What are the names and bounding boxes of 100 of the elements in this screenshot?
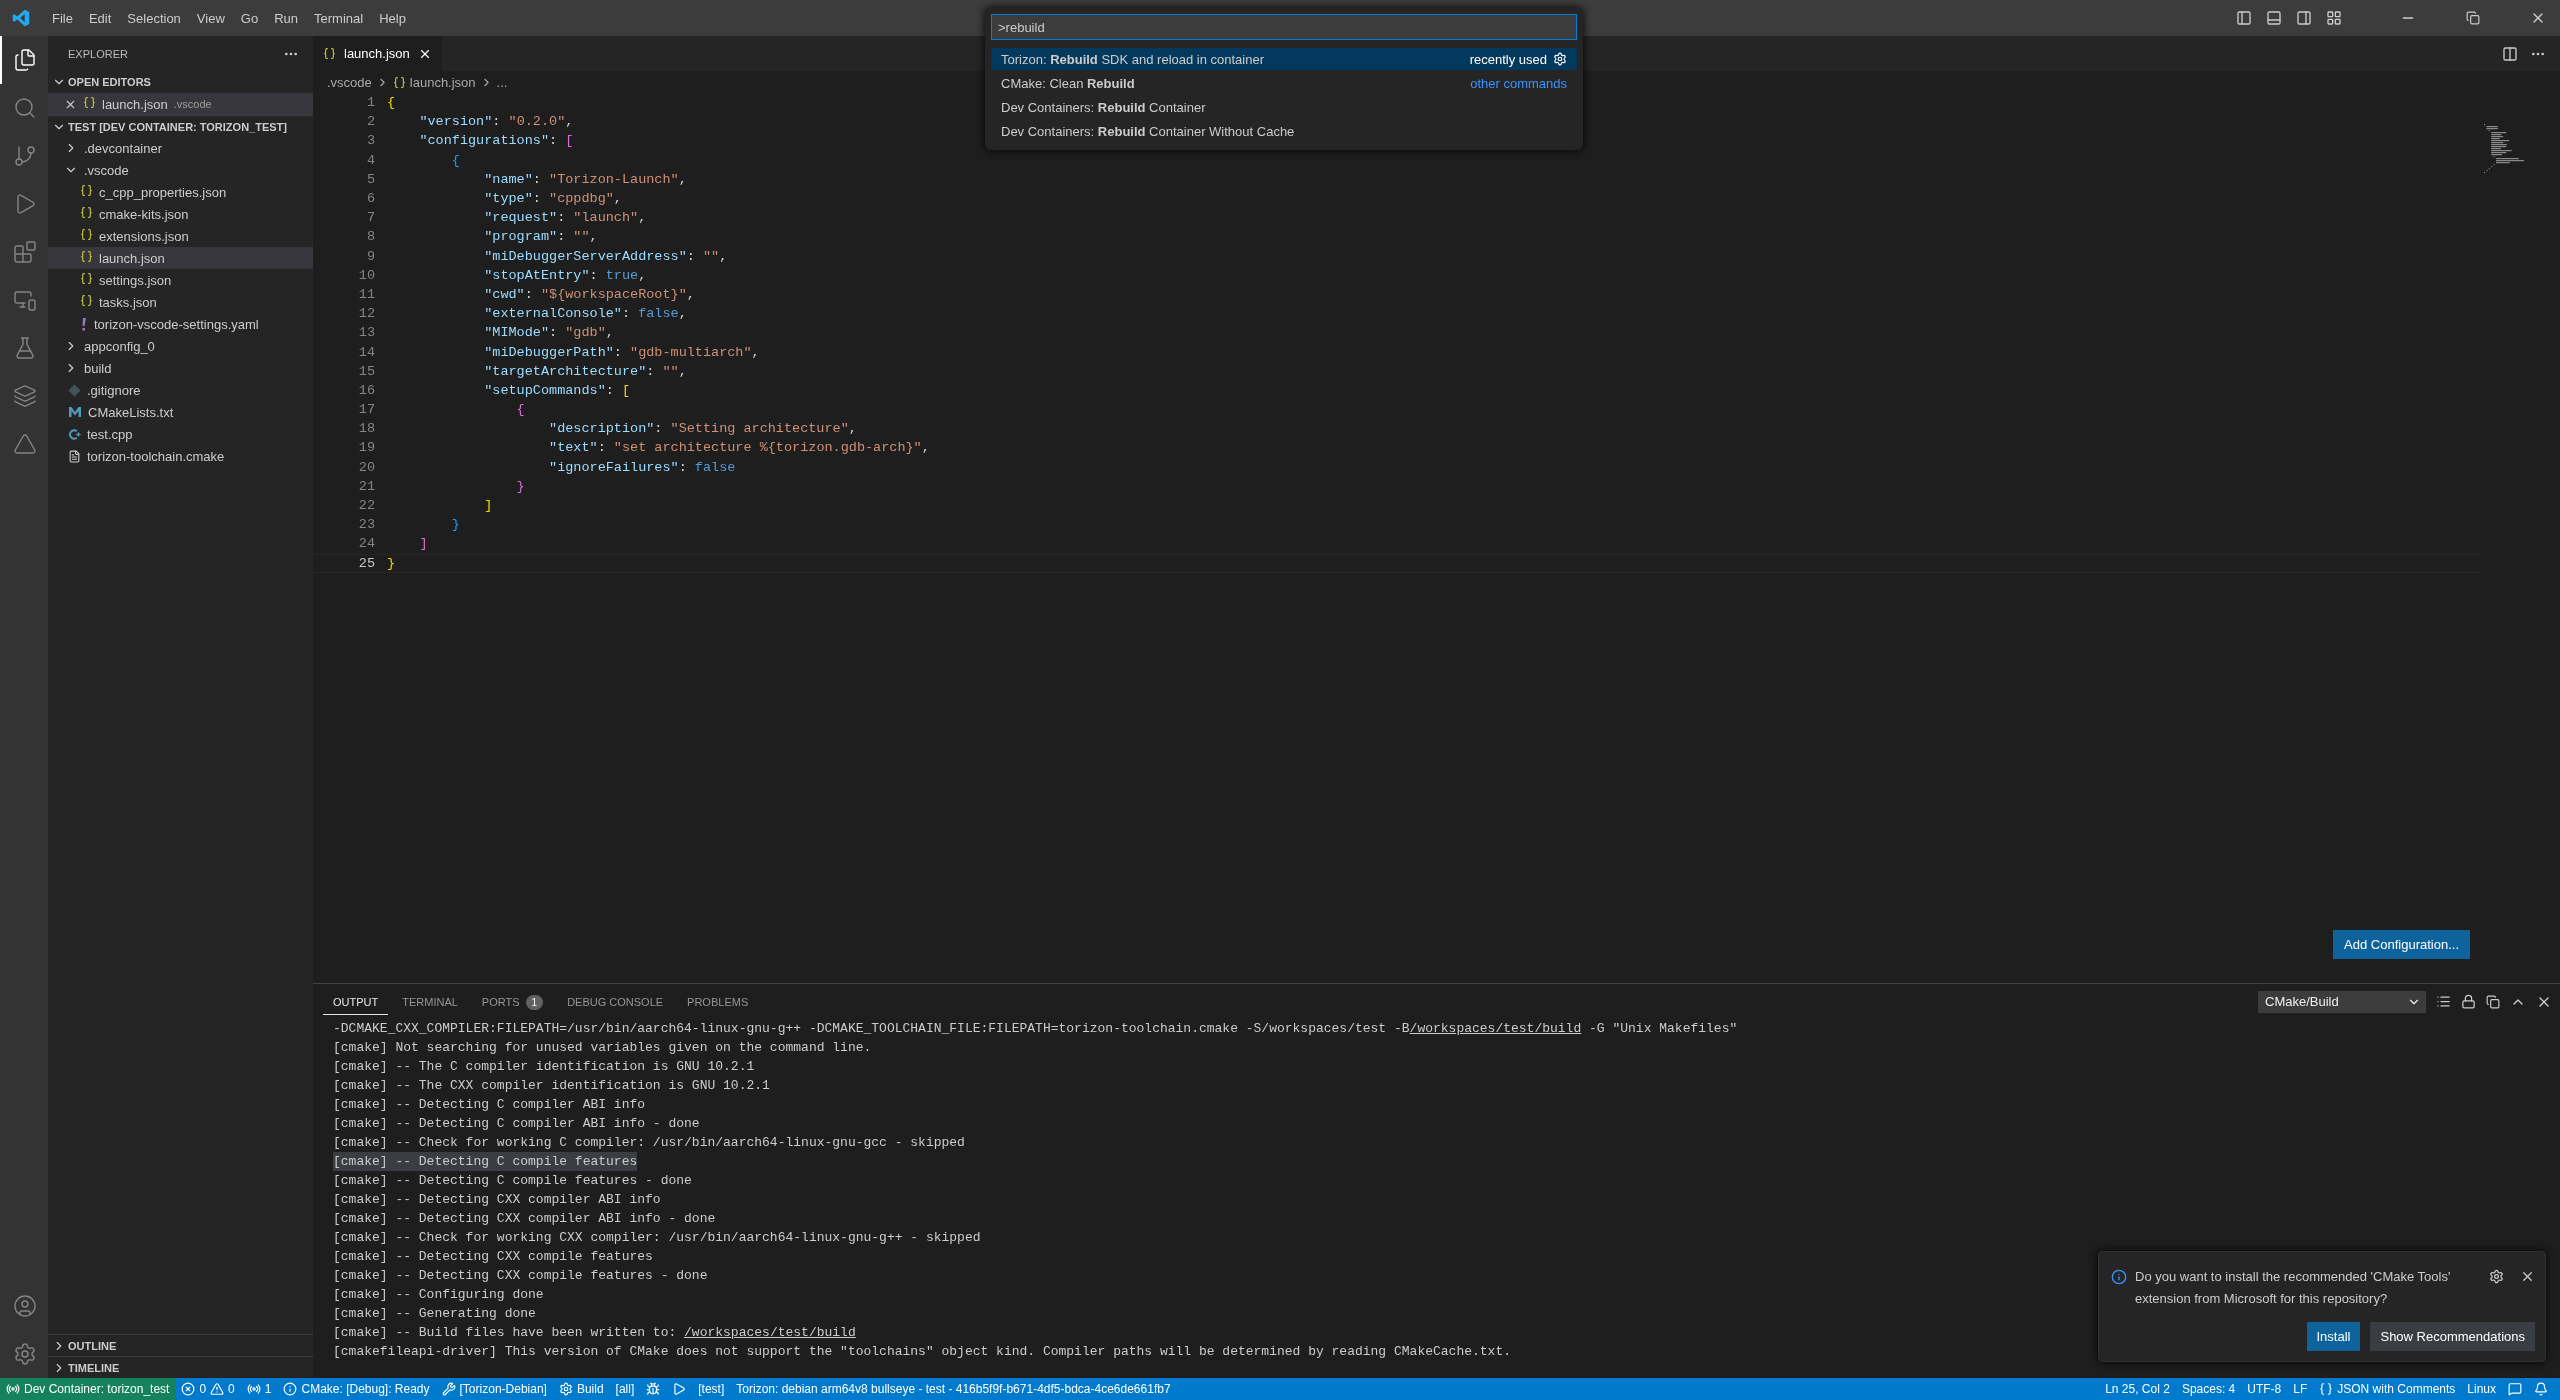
line-number: 9 (365, 248, 375, 264)
tree-item[interactable]: .vscode (48, 159, 313, 181)
breadcrumb[interactable]: .vscode (327, 74, 372, 90)
status-item[interactable]: Torizon: debian arm64v8 bullseye - test - 416b5f9f-b671-4df5-bdca-4ce6de661fb7 (730, 1378, 1177, 1400)
gear-icon (558, 1382, 573, 1396)
toggle-secondary-sidebar-icon[interactable] (2296, 10, 2312, 26)
breadcrumb[interactable]: launch.json (392, 74, 476, 90)
recommendations-button[interactable]: Show Recommendations (2370, 1322, 2535, 1351)
output-line: [cmake] -- Detecting C compiler ABI info (333, 1096, 646, 1114)
toggle-panel-icon[interactable] (2266, 10, 2282, 26)
output-line: [cmake] -- Check for working CXX compiler: /usr/bin/aarch64-linux-gnu-g++ - skipped (333, 1229, 981, 1247)
tree-item[interactable]: tasks.json (48, 291, 313, 313)
command-input[interactable]: >rebuild (991, 14, 1577, 40)
tree-item[interactable]: appconfig_0 (48, 335, 313, 357)
command-item[interactable]: Torizon: Rebuild SDK and reload in container recently used (991, 48, 1577, 70)
status-item[interactable]: Linux (2461, 1378, 2502, 1400)
lock-icon[interactable] (2461, 994, 2476, 1009)
code-line: ] (483, 498, 493, 514)
git-icon (68, 383, 81, 397)
section-header[interactable]: OUTLINE (48, 1334, 313, 1356)
status-item[interactable]: [all] (609, 1378, 641, 1400)
tree-item[interactable]: build (48, 357, 313, 379)
breadcrumb[interactable]: ... (496, 74, 508, 90)
warning-count: 0 (228, 1382, 235, 1396)
code-line: "miDebuggerPath": "gdb-multiarch", (483, 344, 760, 360)
problems-status[interactable]: 0 0 (175, 1378, 241, 1400)
output-line: [cmake] -- Detecting C compiler ABI info - done (333, 1115, 700, 1133)
status-item[interactable]: Ln 25, Col 2 (2099, 1378, 2176, 1400)
file-name: torizon-toolchain.cmake (87, 448, 225, 464)
file-name: torizon-vscode-settings.yaml (94, 316, 259, 332)
menu-item[interactable]: Edit (80, 10, 120, 26)
menu-item[interactable]: File (44, 10, 81, 26)
gear-icon[interactable] (2489, 1269, 2504, 1284)
toggle-sidebar-icon[interactable] (2236, 10, 2252, 26)
panel-tab[interactable]: PORTS 1 (471, 986, 554, 1017)
remote-explorer-icon (13, 288, 37, 312)
tree-item[interactable]: launch.json (48, 247, 313, 269)
tree-item[interactable]: torizon-toolchain.cmake (48, 445, 313, 467)
layout-icon[interactable] (2326, 10, 2342, 26)
tree-item[interactable]: test.cpp (48, 423, 313, 445)
file-name: test.cpp (87, 426, 133, 442)
output-channel-select[interactable]: CMake/Build (2258, 990, 2426, 1013)
ports-status[interactable]: 1 (240, 1378, 278, 1400)
status-item[interactable]: UTF-8 (2241, 1378, 2288, 1400)
braces-icon (323, 47, 336, 60)
path-link[interactable]: /workspaces/test/build (684, 1325, 856, 1340)
braces-icon (2319, 1382, 2334, 1396)
path-link[interactable]: /workspaces/test/build (1409, 1021, 1582, 1036)
restore-icon[interactable] (2466, 11, 2480, 25)
code-line: "version": "0.2.0", (418, 114, 574, 130)
tree-item[interactable]: torizon-vscode-settings.yaml (48, 313, 313, 335)
tree-item[interactable]: c_cpp_properties.json (48, 181, 313, 203)
status-item[interactable]: Spaces: 4 (2175, 1378, 2242, 1400)
cmake-status[interactable]: CMake: [Debug]: Ready (277, 1378, 436, 1400)
command-item[interactable]: CMake: Clean Rebuild other commands (991, 72, 1577, 94)
line-number: 5 (365, 171, 375, 187)
build-status[interactable]: Build (552, 1378, 610, 1400)
tree-item[interactable]: CMakeLists.txt (48, 401, 313, 423)
line-number: 4 (365, 152, 375, 168)
notification-message: Do you want to install the recommended 'CMake Tools' extension from Microsoft for this repository? (2135, 1268, 2452, 1308)
split-editor-icon[interactable] (2502, 45, 2518, 62)
code-line: "program": "", (483, 229, 598, 245)
menu-item[interactable]: Go (232, 10, 267, 26)
menu-item[interactable]: Selection (119, 10, 189, 26)
sidebar-title: EXPLORER (68, 47, 128, 60)
panel-tab[interactable]: TERMINAL (392, 988, 468, 1015)
panel-tab[interactable]: PROBLEMS (677, 988, 759, 1015)
editor-tab[interactable]: launch.json (313, 36, 442, 71)
tree-item[interactable]: cmake-kits.json (48, 203, 313, 225)
install-button[interactable]: Install (2306, 1322, 2361, 1351)
panel-tab[interactable]: OUTPUT (323, 988, 389, 1015)
line-number: 19 (357, 440, 375, 456)
status-item[interactable]: [test] (692, 1378, 731, 1400)
remote-status[interactable]: Dev Container: torizon_test (0, 1378, 176, 1400)
add-configuration-button[interactable]: Add Configuration... (2333, 930, 2470, 959)
menu-item[interactable]: Terminal (306, 10, 372, 26)
line-number: 18 (357, 421, 375, 437)
code-line: "request": "launch", (483, 210, 647, 226)
kit-status[interactable]: [Torizon-Debian] (435, 1378, 553, 1400)
open-editors-header[interactable]: OPEN EDITORS (48, 71, 313, 93)
command-item[interactable]: Dev Containers: Rebuild Container (991, 96, 1577, 118)
code-line: "description": "Setting architecture", (548, 421, 857, 437)
panel-tab[interactable]: DEBUG CONSOLE (557, 988, 674, 1015)
open-editor-item[interactable]: launch.json .vscode (48, 93, 313, 115)
list-icon[interactable] (2436, 994, 2451, 1009)
close-icon[interactable] (2520, 1269, 2535, 1284)
folder-header[interactable]: TEST [DEV CONTAINER: TORIZON_TEST] (48, 115, 313, 137)
menu-item[interactable]: Run (266, 10, 306, 26)
tree-item[interactable]: .gitignore (48, 379, 313, 401)
output-line: [cmake] -- Detecting CXX compiler ABI info - done (333, 1210, 716, 1228)
command-item[interactable]: Dev Containers: Rebuild Container Without Cache (991, 120, 1577, 142)
line-number: 12 (357, 306, 375, 322)
copy-icon[interactable] (2486, 994, 2500, 1009)
language-status[interactable]: JSON with Comments (2313, 1378, 2462, 1400)
tree-item[interactable]: .devcontainer (48, 137, 313, 159)
tree-item[interactable]: extensions.json (48, 225, 313, 247)
tree-item[interactable]: settings.json (48, 269, 313, 291)
menu-item[interactable]: Help (371, 10, 414, 26)
status-item[interactable]: LF (2287, 1378, 2314, 1400)
menu-item[interactable]: View (188, 10, 233, 26)
